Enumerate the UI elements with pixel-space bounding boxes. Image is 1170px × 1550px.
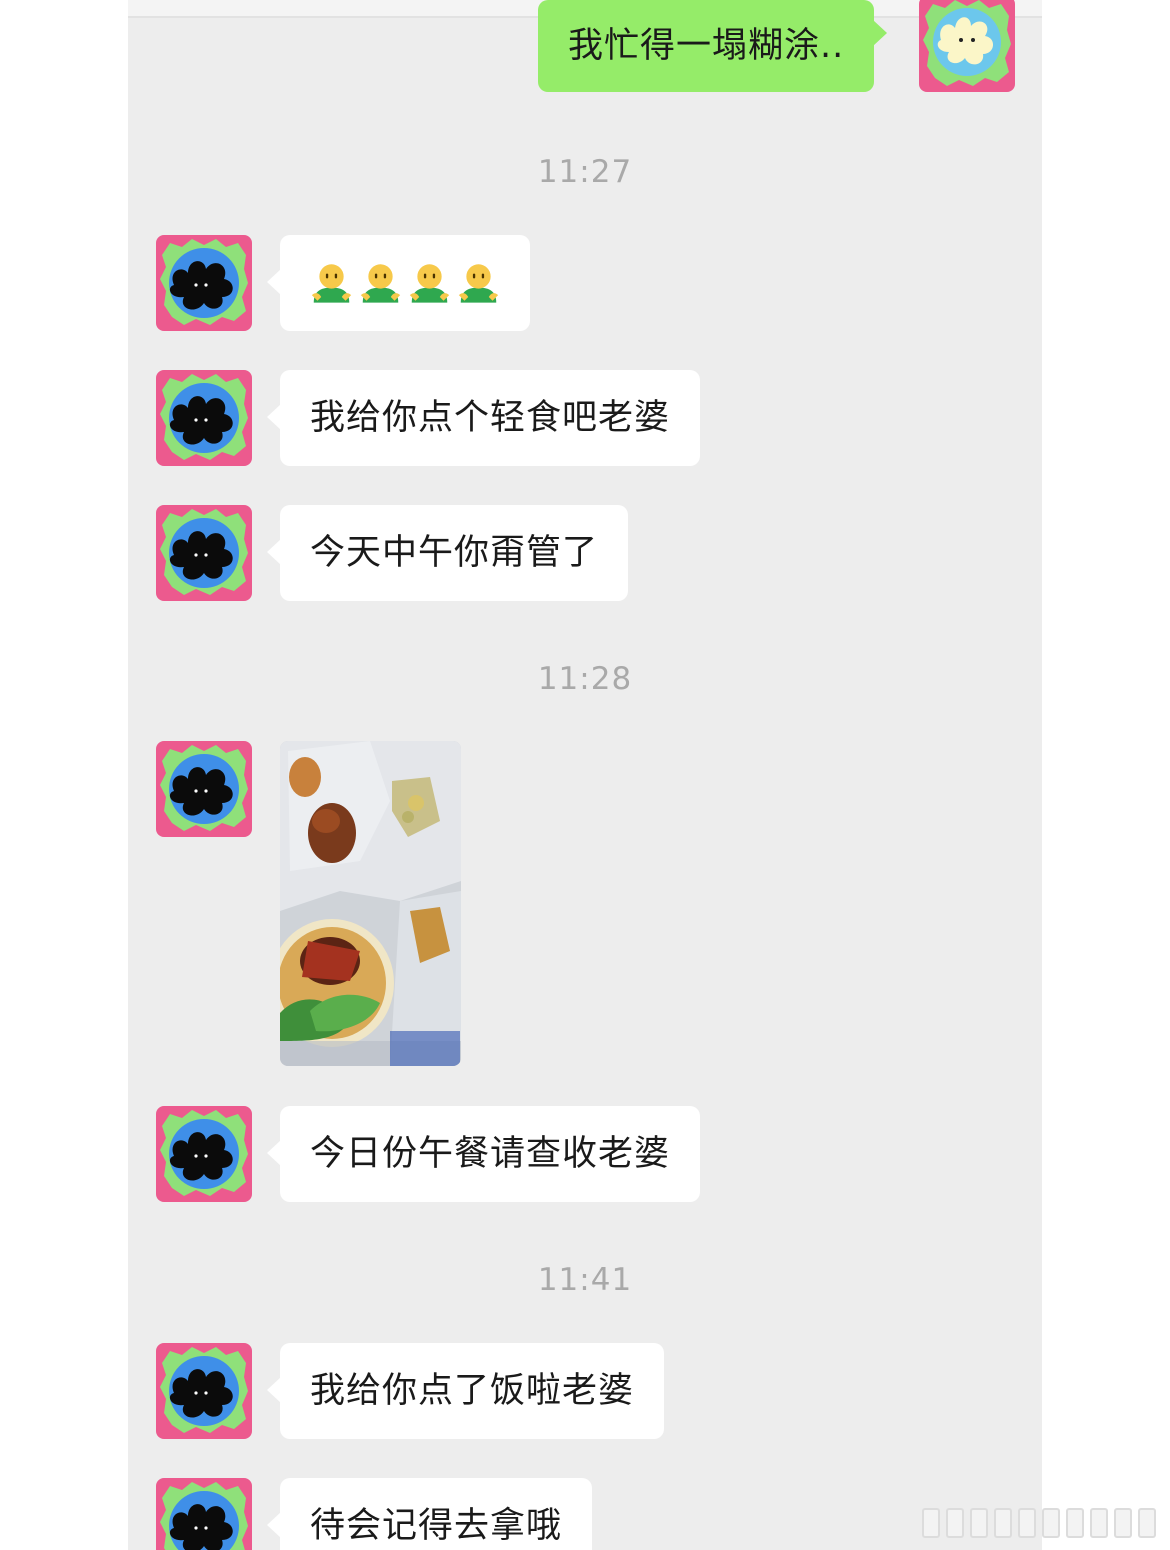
black-blob-avatar-icon [156,1343,252,1439]
watermark-glyph [1138,1508,1156,1538]
yellow-blob-avatar-icon [919,0,1015,92]
black-blob-avatar-icon [156,505,252,601]
black-blob-avatar-icon [156,741,252,837]
my-avatar[interactable] [919,0,1015,92]
received-message-bubble[interactable] [267,235,530,331]
lunch-photo-image [280,741,461,1066]
person-shrug-emoji-icon [360,264,401,303]
received-message-bubble[interactable]: 待会记得去拿哦 [266,1478,593,1550]
timestamp: 11:27 [537,154,633,190]
watermark-glyph [922,1508,940,1538]
received-message-bubble[interactable]: 今日份午餐请查收老婆 [266,1106,701,1202]
message-text: 我给你点个轻食吧老婆 [310,398,671,438]
friend-avatar[interactable] [156,235,252,331]
watermark-glyph [1114,1508,1132,1538]
watermark-glyph [1042,1508,1060,1538]
friend-avatar[interactable] [156,741,252,837]
watermark-glyph [994,1508,1012,1538]
message-text: 我给你点了饭啦老婆 [310,1371,635,1411]
message-text: 今日份午餐请查收老婆 [310,1134,671,1174]
friend-avatar[interactable] [156,1343,252,1439]
timestamp: 11:41 [537,1262,633,1298]
black-blob-avatar-icon [156,235,252,331]
black-blob-avatar-icon [156,370,252,466]
watermark-logo [922,1508,1156,1538]
message-text: 今天中午你甭管了 [310,533,599,573]
sent-message-bubble[interactable]: 我忙得一塌糊涂.. [538,0,888,92]
chat-area[interactable]: 我忙得一塌糊涂.. 11:27 我给你点个轻食吧老婆 今天中午你甭管了 11:2… [128,0,1042,1550]
received-message-bubble[interactable]: 我给你点个轻食吧老婆 [266,370,701,466]
person-shrug-emoji-icon [458,264,499,303]
message-text: 待会记得去拿哦 [310,1506,563,1546]
emoji-group [310,235,500,331]
watermark-glyph [946,1508,964,1538]
watermark-glyph [1018,1508,1036,1538]
timestamp: 11:28 [537,661,633,697]
received-message-bubble[interactable]: 我给你点了饭啦老婆 [266,1343,665,1439]
watermark-glyph [1090,1508,1108,1538]
message-text: 我忙得一塌糊涂.. [568,26,845,66]
friend-avatar[interactable] [156,370,252,466]
person-shrug-emoji-icon [409,264,450,303]
friend-avatar[interactable] [156,1478,252,1550]
black-blob-avatar-icon [156,1478,252,1550]
watermark-glyph [970,1508,988,1538]
friend-avatar[interactable] [156,1106,252,1202]
food-photo-message[interactable] [280,741,461,1066]
received-message-bubble[interactable]: 今天中午你甭管了 [266,505,629,601]
watermark-glyph [1066,1508,1084,1538]
black-blob-avatar-icon [156,1106,252,1202]
person-shrug-emoji-icon [311,264,352,303]
friend-avatar[interactable] [156,505,252,601]
